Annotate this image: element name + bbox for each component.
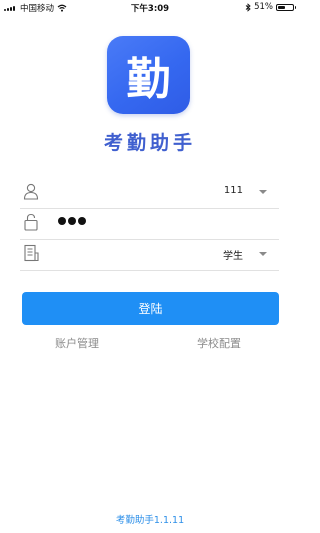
account-field[interactable]: 111	[20, 176, 279, 209]
password-mask	[58, 217, 86, 225]
account-manage-link[interactable]: 账户管理	[55, 335, 99, 351]
lock-icon	[24, 213, 38, 231]
app-title: 考勤助手	[103, 132, 196, 154]
password-field[interactable]	[20, 207, 279, 240]
school-config-link[interactable]: 学校配置	[197, 335, 241, 351]
status-bar-right: 51%	[245, 2, 296, 12]
app-logo: 勤	[107, 36, 190, 114]
account-value: 111	[223, 185, 243, 196]
battery-level-fill	[278, 5, 286, 9]
bluetooth-icon	[245, 2, 251, 12]
account-dropdown-icon[interactable]	[259, 190, 267, 194]
password-dot	[68, 217, 76, 225]
status-bar: 中国移动 下午3:09 51%	[0, 0, 300, 14]
login-button[interactable]: 登陆	[22, 292, 279, 325]
role-value: 学生	[223, 251, 243, 262]
role-select[interactable]: 学生	[20, 238, 279, 271]
battery-icon	[276, 3, 296, 11]
document-icon	[24, 244, 39, 262]
app-logo-char: 勤	[126, 54, 171, 105]
user-icon	[23, 183, 39, 200]
password-dot	[58, 217, 66, 225]
version-label: 考勤助手1.1.11	[115, 515, 185, 526]
battery-percent: 51%	[254, 2, 273, 12]
role-dropdown-icon[interactable]	[259, 252, 267, 256]
password-dot	[78, 217, 86, 225]
